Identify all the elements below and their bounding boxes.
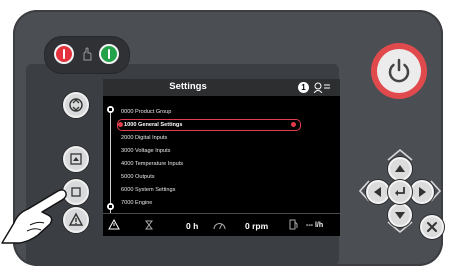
menu-item-temperature-inputs[interactable]: 4000 Temperature Inputs <box>121 159 183 169</box>
start-button[interactable] <box>99 44 119 64</box>
home-icon <box>70 153 82 165</box>
stop-button[interactable] <box>54 44 74 64</box>
title-bar: Settings 1 <box>103 79 340 96</box>
access-level-icon <box>313 82 330 93</box>
scrollbar[interactable] <box>110 109 111 217</box>
menu-item-engine[interactable]: 7000 Engine <box>121 198 152 208</box>
menu-item-outputs[interactable]: 5000 Outputs <box>121 172 155 182</box>
status-bar: 0 h 0 rpm --- l/h <box>103 213 340 236</box>
display-screen: Settings 1 0000 Product Group 1000 Gener… <box>103 79 340 236</box>
menu-item-general-settings[interactable]: 1000 General Settings <box>117 119 301 131</box>
enter-button[interactable] <box>388 180 412 204</box>
arrow-down-icon <box>395 212 405 219</box>
stop-icon <box>63 49 65 59</box>
scroll-up-icon <box>107 106 114 113</box>
home-button[interactable] <box>63 146 89 172</box>
menu-item-product-group[interactable]: 0000 Product Group <box>121 107 171 117</box>
rpm-value: 0 rpm <box>245 221 269 231</box>
fuel-rate-value: --- l/h <box>306 222 324 229</box>
cancel-button[interactable] <box>420 215 444 239</box>
up-button[interactable] <box>388 157 412 181</box>
warning-icon <box>108 219 120 230</box>
gauge-icon <box>213 223 226 230</box>
menu-item-label: 1000 General Settings <box>124 122 183 128</box>
close-icon <box>427 222 437 232</box>
scroll-down-icon <box>107 203 114 210</box>
hourglass-icon <box>145 220 153 230</box>
page-title: Settings <box>169 81 207 92</box>
power-icon <box>388 58 410 83</box>
arrow-up-icon <box>395 165 405 172</box>
selection-dot-icon <box>118 122 123 127</box>
left-button[interactable] <box>366 180 390 204</box>
menu-icon <box>69 98 83 112</box>
hours-value: 0 h <box>186 221 199 231</box>
info-icon[interactable]: 1 <box>298 82 309 93</box>
enter-icon <box>395 187 405 196</box>
arrow-right-icon <box>419 187 426 197</box>
power-button[interactable] <box>371 43 427 99</box>
right-button[interactable] <box>410 180 434 204</box>
fuel-icon <box>289 219 298 230</box>
menu-item-digital-inputs[interactable]: 2000 Digital Inputs <box>121 133 167 143</box>
start-icon <box>108 49 110 59</box>
pointing-hand-illustration <box>1 189 67 244</box>
menu-item-system-settings[interactable]: 6000 System Settings <box>121 185 175 195</box>
manual-mode-icon <box>83 47 92 61</box>
arrow-left-icon <box>374 187 381 197</box>
down-button[interactable] <box>388 203 412 227</box>
menu-item-voltage-inputs[interactable]: 3000 Voltage Inputs <box>121 146 170 156</box>
selection-end-icon <box>291 122 296 127</box>
menu-button[interactable] <box>63 92 89 118</box>
